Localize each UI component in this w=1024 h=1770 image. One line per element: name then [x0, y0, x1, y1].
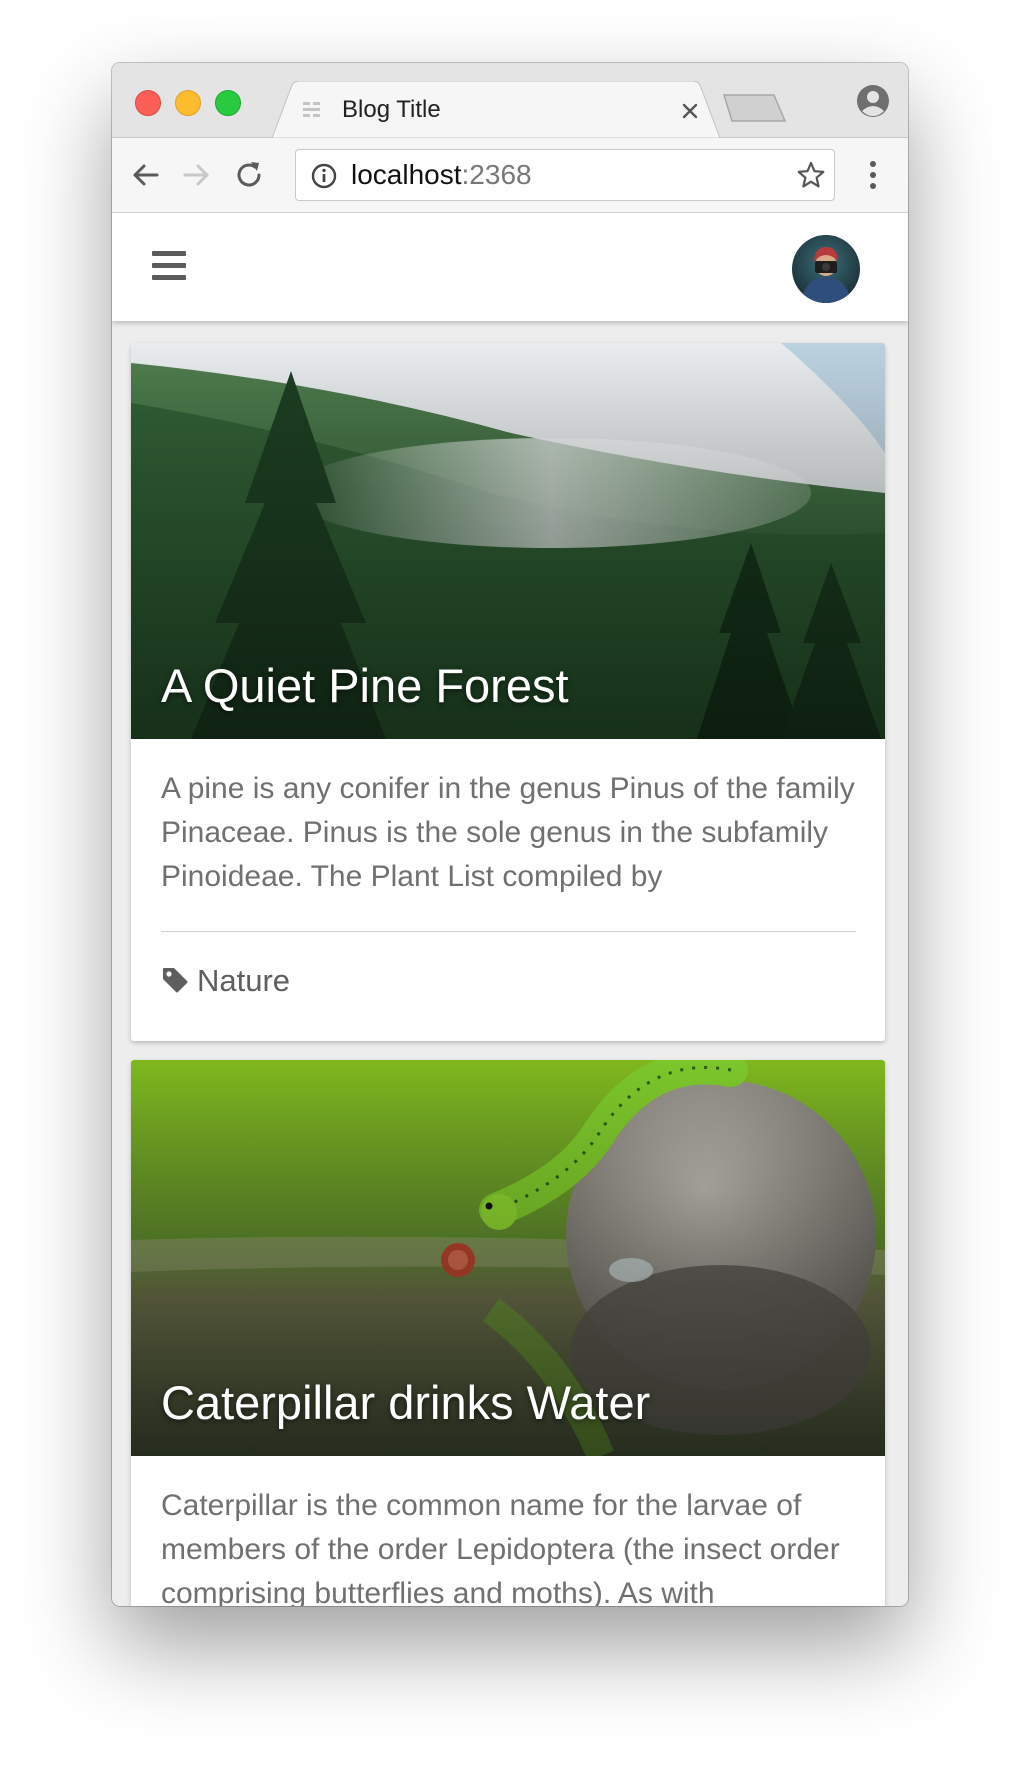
- post-tag-label: Nature: [197, 963, 291, 998]
- close-window-button[interactable]: [135, 90, 161, 116]
- profile-icon[interactable]: [856, 84, 890, 118]
- maximize-window-button[interactable]: [215, 90, 241, 116]
- url-host: localhost: [351, 159, 462, 190]
- tab-blog-title[interactable]: Blog Title: [272, 81, 722, 138]
- browser-toolbar: localhost:2368: [112, 138, 908, 213]
- menu-icon[interactable]: [867, 158, 879, 192]
- browser-window: Blog Title localhost:2368 A Quiet Pine F…: [112, 63, 908, 1606]
- post-title[interactable]: Caterpillar drinks Water: [161, 1375, 650, 1430]
- tab-background: [272, 81, 721, 138]
- avatar[interactable]: [792, 235, 860, 303]
- hamburger-icon[interactable]: [152, 251, 186, 281]
- reload-icon[interactable]: [232, 158, 266, 192]
- card-divider: [161, 931, 856, 932]
- tag-icon: [163, 968, 188, 993]
- post-excerpt: Caterpillar is the common name for the l…: [161, 1489, 840, 1606]
- star-icon[interactable]: [796, 160, 826, 190]
- new-tab-button[interactable]: [722, 93, 788, 123]
- address-bar[interactable]: localhost:2368: [295, 149, 835, 201]
- tab-title: Blog Title: [342, 96, 441, 123]
- forward-icon[interactable]: [180, 158, 214, 192]
- app-header: [112, 213, 908, 321]
- minimize-window-button[interactable]: [175, 90, 201, 116]
- page-viewport[interactable]: A Quiet Pine Forest A pine is any conife…: [112, 213, 908, 1606]
- post-card: A Quiet Pine Forest A pine is any conife…: [131, 343, 885, 1041]
- title-bar: Blog Title: [112, 63, 908, 138]
- close-icon[interactable]: [677, 98, 703, 124]
- info-icon[interactable]: [310, 162, 338, 190]
- url-text[interactable]: localhost:2368: [351, 160, 532, 190]
- url-port: :2368: [461, 159, 532, 190]
- back-icon[interactable]: [128, 158, 162, 192]
- page-favicon-icon: [303, 102, 320, 117]
- post-tag[interactable]: Nature: [161, 963, 290, 999]
- post-excerpt: A pine is any conifer in the genus Pinus…: [161, 772, 855, 893]
- post-title[interactable]: A Quiet Pine Forest: [161, 658, 569, 713]
- post-card: Caterpillar drinks Water Caterpillar is …: [131, 1060, 885, 1606]
